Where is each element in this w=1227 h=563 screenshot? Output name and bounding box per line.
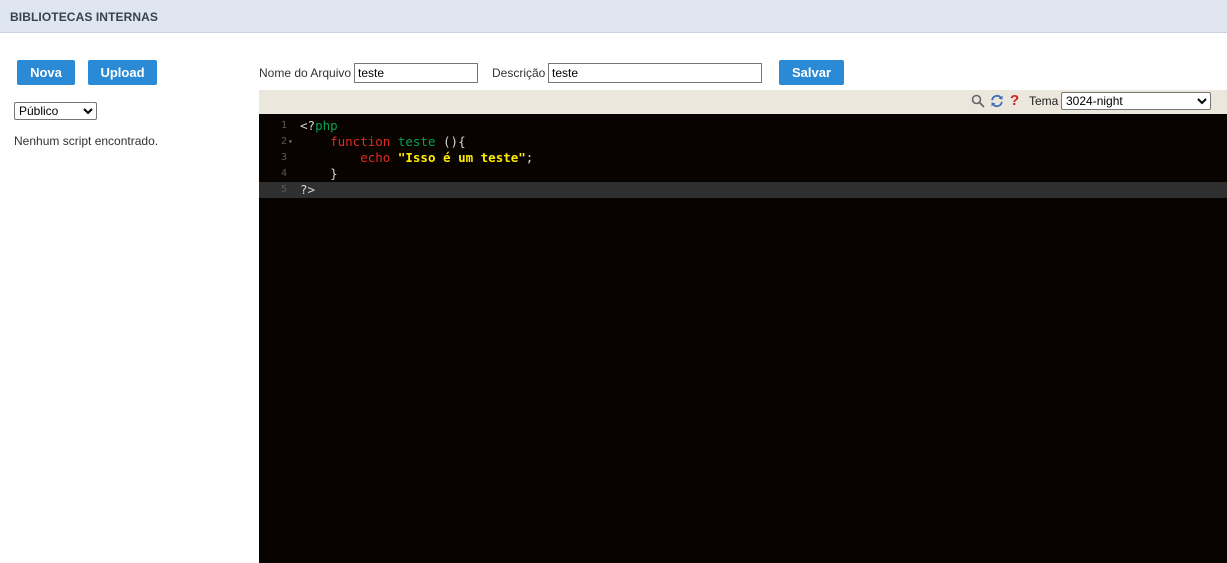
- theme-select[interactable]: 3024-night: [1061, 92, 1211, 110]
- code-token: teste: [397, 134, 436, 149]
- code-token: "Isso é um teste": [397, 150, 526, 165]
- code-text: }: [300, 166, 338, 182]
- code-token: <?: [300, 118, 316, 133]
- code-token: }: [300, 166, 338, 181]
- code-text: echo "Isso é um teste";: [300, 150, 533, 166]
- code-line[interactable]: 4 }: [259, 166, 1227, 182]
- code-text: <?php: [300, 118, 338, 134]
- new-script-button[interactable]: Nova: [17, 60, 75, 85]
- line-number: 5: [280, 184, 287, 195]
- code-text: function teste (){: [300, 134, 466, 150]
- code-token: ?>: [300, 182, 316, 197]
- refresh-icon[interactable]: [990, 94, 1004, 108]
- description-input[interactable]: [548, 63, 762, 83]
- line-number: 3: [280, 152, 287, 163]
- editor-toolbar: ? Tema 3024-night: [259, 90, 1227, 114]
- save-button[interactable]: Salvar: [779, 60, 844, 85]
- line-number: 4: [280, 168, 287, 179]
- line-number: 1: [280, 120, 287, 131]
- filename-label: Nome do Arquivo: [259, 66, 352, 80]
- code-token: (){: [435, 134, 466, 149]
- theme-label: Tema: [1029, 94, 1059, 108]
- code-line[interactable]: 2 ▾ function teste (){: [259, 134, 1227, 150]
- code-token: php: [315, 118, 338, 133]
- page-title: BIBLIOTECAS INTERNAS: [10, 10, 159, 24]
- code-text: ?>: [300, 182, 315, 198]
- page-header: BIBLIOTECAS INTERNAS: [0, 0, 1227, 33]
- fold-toggle-icon[interactable]: ▾: [288, 134, 293, 150]
- code-token: function: [330, 134, 391, 149]
- visibility-select[interactable]: Público: [14, 102, 97, 120]
- code-token: ;: [525, 150, 534, 165]
- empty-scripts-message: Nenhum script encontrado.: [14, 134, 159, 148]
- code-token: echo: [360, 150, 391, 165]
- help-icon[interactable]: ?: [1010, 93, 1020, 109]
- filename-input[interactable]: [354, 63, 478, 83]
- code-line[interactable]: 5 ?>: [259, 182, 1227, 198]
- search-icon[interactable]: [971, 94, 985, 108]
- code-line[interactable]: 3 echo "Isso é um teste";: [259, 150, 1227, 166]
- upload-button[interactable]: Upload: [88, 60, 157, 85]
- code-editor[interactable]: 1 <?php 2 ▾ function teste (){3 echo "Isso …: [259, 114, 1227, 563]
- description-label: Descrição: [492, 66, 546, 80]
- line-number: 2: [280, 136, 287, 147]
- code-line[interactable]: 1 <?php: [259, 118, 1227, 134]
